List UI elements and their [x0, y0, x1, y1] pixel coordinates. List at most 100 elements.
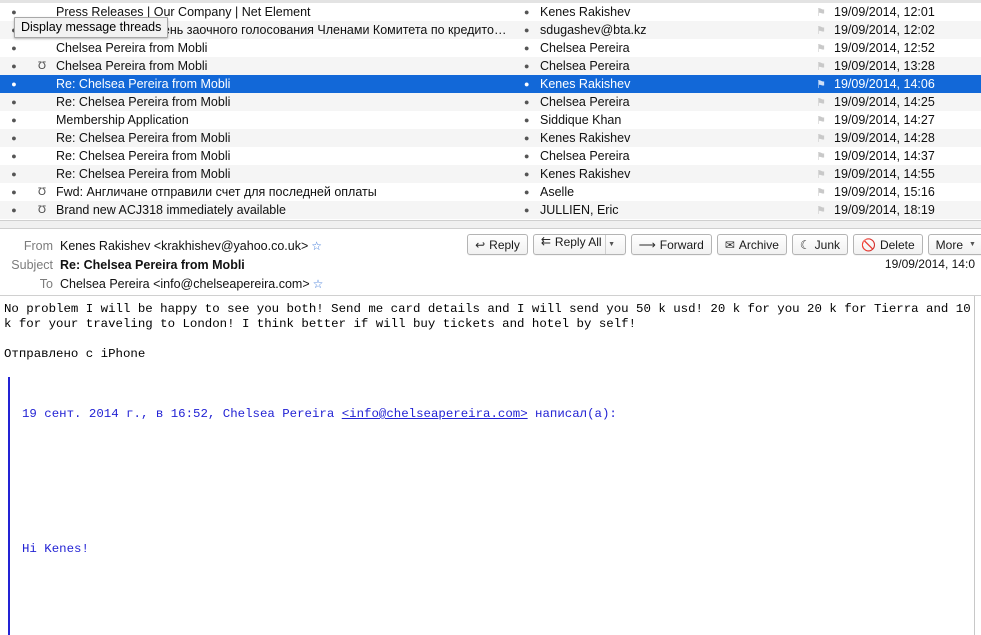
reply-label: Reply [489, 238, 520, 252]
flag-icon[interactable]: ⚑ [808, 186, 834, 199]
row-sender: Chelsea Pereira [540, 95, 808, 109]
row-sender: Siddique Khan [540, 113, 808, 127]
unread-dot-icon: ● [0, 116, 28, 125]
flag-icon[interactable]: ⚑ [808, 78, 834, 91]
star-icon-from[interactable]: ☆ [311, 239, 322, 253]
flag-icon[interactable]: ⚑ [808, 60, 834, 73]
from-label: From [0, 239, 60, 253]
row-sender: Kenes Rakishev [540, 131, 808, 145]
row-date: 19/09/2014, 12:02 [834, 23, 981, 37]
row-subject: Fwd: Англичане отправили счет для послед… [56, 185, 518, 199]
flag-icon[interactable]: ⚑ [808, 150, 834, 163]
quote-greeting: Hi Kenes! [22, 542, 974, 557]
flag-icon[interactable]: ⚑ [808, 42, 834, 55]
reply-all-label: Reply All [555, 235, 602, 254]
archive-button[interactable]: ✉ Archive [717, 234, 787, 255]
attachment-clip-icon: Ʊ [28, 205, 56, 216]
row-sender: Chelsea Pereira [540, 41, 808, 55]
reply-arrow-icon: ↩ [475, 239, 485, 251]
table-row[interactable]: ●Re: Chelsea Pereira from Mobli●Kenes Ra… [0, 165, 981, 183]
row-subject: Re: Chelsea Pereira from Mobli [56, 167, 518, 181]
message-header: FromKenes Rakishev <krakhishev@yahoo.co.… [0, 229, 981, 296]
row-date: 19/09/2014, 12:01 [834, 5, 981, 19]
unread-dot-icon: ● [0, 80, 28, 89]
flag-icon[interactable]: ⚑ [808, 6, 834, 19]
correspondent-dot-icon: ● [518, 44, 540, 53]
flag-icon[interactable]: ⚑ [808, 204, 834, 217]
body-paragraph-main: No problem I will be happy to see you bo… [4, 302, 974, 332]
row-date: 19/09/2014, 15:16 [834, 185, 981, 199]
unread-dot-icon: ● [0, 206, 28, 215]
unread-dot-icon: ● [0, 44, 28, 53]
table-row[interactable]: ●Membership Application●Siddique Khan⚑19… [0, 111, 981, 129]
unread-dot-icon: ● [0, 8, 28, 17]
unread-dot-icon: ● [0, 188, 28, 197]
header-to-line: ToChelsea Pereira <info@chelseapereira.c… [0, 277, 323, 291]
row-subject: Brand new ACJ318 immediately available [56, 203, 518, 217]
flag-icon[interactable]: ⚑ [808, 168, 834, 181]
correspondent-dot-icon: ● [518, 152, 540, 161]
to-label: To [0, 277, 60, 291]
delete-prohibit-icon: 🚫 [861, 239, 876, 251]
quote-intro: 19 сент. 2014 г., в 16:52, Chelsea Perei… [22, 407, 974, 422]
chevron-down-icon-more[interactable]: ▼ [966, 241, 979, 248]
from-value[interactable]: Kenes Rakishev <krakhishev@yahoo.co.uk> [60, 239, 308, 253]
table-row[interactable]: ●Chelsea Pereira from Mobli●Chelsea Pere… [0, 39, 981, 57]
unread-dot-icon: ● [0, 134, 28, 143]
table-row[interactable]: ●ƱBrand new ACJ318 immediately available… [0, 201, 981, 219]
row-subject: Re: Chelsea Pereira from Mobli [56, 77, 518, 91]
quote-sender-email-link[interactable]: <info@chelseapereira.com> [342, 407, 528, 421]
table-row[interactable]: ●Re: Chelsea Pereira from Mobli●Kenes Ra… [0, 129, 981, 147]
reply-all-button[interactable]: ⇇ Reply All ▼ [533, 234, 626, 255]
message-body: No problem I will be happy to see you bo… [0, 296, 975, 635]
correspondent-dot-icon: ● [518, 62, 540, 71]
unread-dot-icon: ● [0, 62, 28, 71]
quoted-message: 19 сент. 2014 г., в 16:52, Chelsea Perei… [8, 377, 974, 635]
pane-splitter[interactable] [0, 220, 981, 229]
row-date: 19/09/2014, 14:55 [834, 167, 981, 181]
attachment-clip-icon: Ʊ [28, 187, 56, 198]
chevron-down-icon-reply-all[interactable]: ▼ [605, 235, 618, 254]
row-sender: JULLIEN, Eric [540, 203, 808, 217]
row-date: 19/09/2014, 14:37 [834, 149, 981, 163]
row-date: 19/09/2014, 14:25 [834, 95, 981, 109]
table-row[interactable]: ●ƱFwd: Англичане отправили счет для посл… [0, 183, 981, 201]
flag-icon[interactable]: ⚑ [808, 96, 834, 109]
archive-box-icon: ✉ [725, 239, 735, 251]
subject-label: Subject [0, 258, 60, 272]
row-subject: Membership Application [56, 113, 518, 127]
body-signature: Отправлено с iPhone [4, 347, 974, 362]
correspondent-dot-icon: ● [518, 134, 540, 143]
message-date: 19/09/2014, 14:0 [885, 257, 975, 271]
row-date: 19/09/2014, 14:27 [834, 113, 981, 127]
table-row[interactable]: ●Re: Chelsea Pereira from Mobli●Kenes Ra… [0, 75, 981, 93]
row-sender: Chelsea Pereira [540, 59, 808, 73]
table-row[interactable]: ●ƱChelsea Pereira from Mobli●Chelsea Per… [0, 57, 981, 75]
email-client-window: ●Press Releases | Our Company | Net Elem… [0, 0, 981, 635]
flag-icon[interactable]: ⚑ [808, 24, 834, 37]
message-list[interactable]: ●Press Releases | Our Company | Net Elem… [0, 0, 981, 220]
more-button[interactable]: More ▼ [928, 234, 981, 255]
forward-button[interactable]: ⟶ Forward [631, 234, 712, 255]
to-value[interactable]: Chelsea Pereira <info@chelseapereira.com… [60, 277, 310, 291]
row-date: 19/09/2014, 13:28 [834, 59, 981, 73]
row-subject: Chelsea Pereira from Mobli [56, 41, 518, 55]
correspondent-dot-icon: ● [518, 26, 540, 35]
table-row[interactable]: ●Re: Chelsea Pereira from Mobli●Chelsea … [0, 93, 981, 111]
row-subject: Chelsea Pereira from Mobli [56, 59, 518, 73]
more-label: More [936, 238, 963, 252]
row-date: 19/09/2014, 18:19 [834, 203, 981, 217]
table-row[interactable]: ●Re: Chelsea Pereira from Mobli●Chelsea … [0, 147, 981, 165]
flag-icon[interactable]: ⚑ [808, 114, 834, 127]
row-date: 19/09/2014, 12:52 [834, 41, 981, 55]
quote-intro-suffix: написал(а): [528, 407, 617, 421]
reply-button[interactable]: ↩ Reply [467, 234, 528, 255]
row-sender: Kenes Rakishev [540, 77, 808, 91]
delete-button[interactable]: 🚫 Delete [853, 234, 923, 255]
unread-dot-icon: ● [0, 98, 28, 107]
message-toolbar: ↩ Reply ⇇ Reply All ▼ ⟶ Forward ✉ Archiv… [467, 234, 981, 255]
junk-button[interactable]: ☾ Junk [792, 234, 848, 255]
row-sender: Kenes Rakishev [540, 167, 808, 181]
flag-icon[interactable]: ⚑ [808, 132, 834, 145]
star-icon-to[interactable]: ☆ [313, 277, 324, 291]
